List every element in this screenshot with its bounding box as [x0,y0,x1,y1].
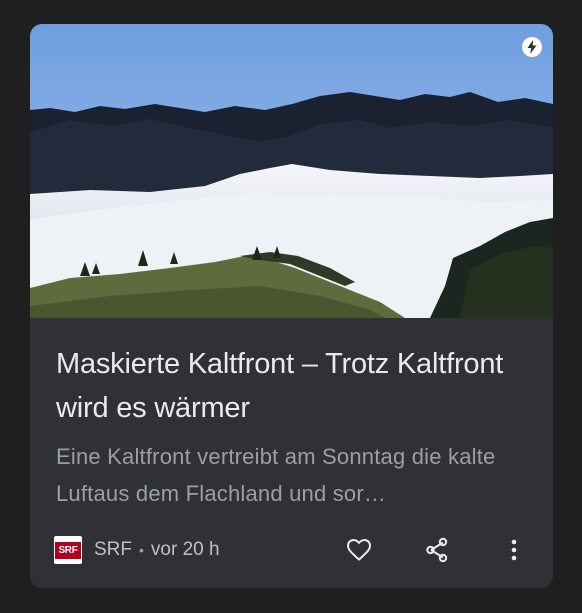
like-button[interactable] [342,534,376,566]
share-icon [426,537,448,563]
srf-logo: SRF [54,536,82,564]
article-source-info: SRF SRF • vor 20 h [54,535,220,565]
amp-lightning-icon [522,37,542,57]
publish-time: vor 20 h [150,539,220,560]
meta-separator: • [139,542,144,558]
article-title[interactable]: Maskierte Kaltfront – Trotz Kaltfront wi… [56,342,531,430]
srf-logo-text: SRF [55,541,81,559]
share-button[interactable] [420,534,454,566]
source-name: SRF [94,539,132,560]
more-options-button[interactable] [497,534,531,566]
article-snippet: Eine Kaltfront vertreibt am Sonntag die … [56,444,496,506]
more-vert-icon [511,539,517,561]
news-card[interactable]: Maskierte Kaltfront – Trotz Kaltfront wi… [30,24,553,588]
heart-outline-icon [346,538,372,561]
article-image [30,24,553,318]
